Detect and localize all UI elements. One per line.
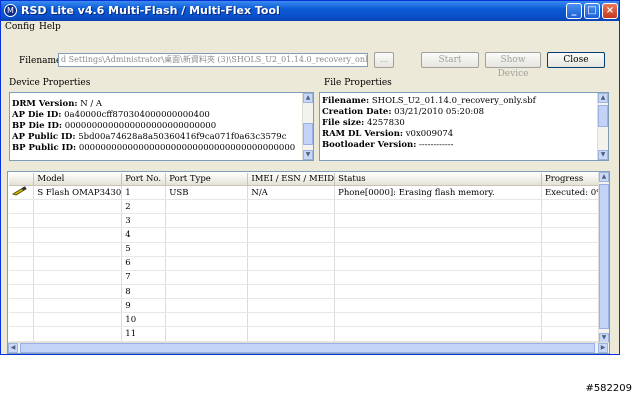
device-prop-line: AP Die ID: 0a40000cff870304000000000400 bbox=[12, 110, 210, 120]
device-properties-label: Device Properties bbox=[9, 78, 91, 88]
device-prop-line: AP Public ID: 5bd00a74628a8a50360416f9ca… bbox=[12, 132, 287, 142]
device-properties-scrollbar[interactable]: ▲ ▼ bbox=[302, 93, 313, 160]
device-list-hscrollbar[interactable]: ◀ ▶ bbox=[8, 342, 609, 353]
scroll-right-icon[interactable]: ▶ bbox=[598, 343, 608, 353]
browse-button[interactable]: ... bbox=[374, 52, 394, 68]
cell-port-type: USB bbox=[165, 185, 249, 201]
close-window-button[interactable]: × bbox=[602, 3, 618, 19]
cell-port: 11 bbox=[121, 326, 167, 342]
column-header-icon[interactable] bbox=[9, 173, 35, 186]
file-prop-line: Creation Date: 03/21/2010 05:20:08 bbox=[322, 107, 485, 117]
scroll-down-icon[interactable]: ▼ bbox=[303, 150, 313, 160]
table-row[interactable]: 3 bbox=[9, 213, 609, 229]
scroll-up-icon[interactable]: ▲ bbox=[598, 93, 608, 103]
start-button[interactable]: Start bbox=[421, 52, 479, 68]
cell-port: 4 bbox=[121, 227, 167, 243]
scroll-left-icon[interactable]: ◀ bbox=[8, 343, 18, 353]
scroll-thumb[interactable] bbox=[598, 105, 608, 127]
device-prop-line: BP Public ID: 00000000000000000000000000… bbox=[12, 143, 296, 153]
file-properties-list: Filename: SHOLS_U2_01.14.0_recovery_only… bbox=[320, 96, 597, 151]
menu-config[interactable]: Config bbox=[5, 22, 35, 32]
cell-port: 1 bbox=[121, 185, 167, 201]
file-properties-scrollbar[interactable]: ▲ ▼ bbox=[597, 93, 608, 160]
table-row[interactable]: 9 bbox=[9, 298, 609, 314]
table-row[interactable]: 7 bbox=[9, 270, 609, 285]
menu-help[interactable]: Help bbox=[39, 22, 61, 32]
device-properties-list: DRM Version: N / A AP Die ID: 0a40000cff… bbox=[10, 99, 302, 154]
table-row[interactable]: S Flash OMAP3430 1 USB N/A Phone[0000]: … bbox=[9, 185, 609, 201]
window-title: RSD Lite v4.6 Multi-Flash / Multi-Flex T… bbox=[21, 4, 280, 17]
scroll-up-icon[interactable]: ▲ bbox=[303, 93, 313, 103]
cell-status: Phone[0000]: Erasing flash memory. bbox=[334, 185, 543, 201]
watermark-text: #582209 bbox=[585, 383, 632, 394]
cell-port: 8 bbox=[121, 284, 167, 300]
column-header-model[interactable]: Model bbox=[33, 173, 123, 186]
device-list-panel[interactable]: Model Port No. Port Type IMEI / ESN / ME… bbox=[7, 171, 610, 354]
title-bar[interactable]: M RSD Lite v4.6 Multi-Flash / Multi-Flex… bbox=[1, 1, 619, 21]
table-row[interactable]: 2 bbox=[9, 199, 609, 215]
app-window: M RSD Lite v4.6 Multi-Flash / Multi-Flex… bbox=[0, 0, 620, 355]
menu-bar: Config Help bbox=[1, 21, 619, 35]
cell-imei: N/A bbox=[247, 185, 336, 201]
device-prop-line: BP Die ID: 0000000000000000000000000000 bbox=[12, 121, 217, 131]
file-prop-line: Bootloader Version: ------------ bbox=[322, 140, 454, 150]
table-row[interactable]: 4 bbox=[9, 227, 609, 243]
cell-port: 9 bbox=[121, 298, 167, 314]
file-properties-label: File Properties bbox=[324, 78, 392, 88]
minimize-button[interactable]: _ bbox=[566, 3, 582, 19]
motorola-logo-icon: M bbox=[4, 4, 17, 17]
scroll-thumb[interactable] bbox=[599, 184, 609, 329]
device-table: Model Port No. Port Type IMEI / ESN / ME… bbox=[9, 173, 609, 353]
device-properties-panel[interactable]: DRM Version: N / A AP Die ID: 0a40000cff… bbox=[9, 92, 314, 161]
column-header-status[interactable]: Status bbox=[334, 173, 543, 186]
table-header-row: Model Port No. Port Type IMEI / ESN / ME… bbox=[9, 173, 609, 186]
cell-port: 3 bbox=[121, 213, 167, 229]
table-row[interactable]: 5 bbox=[9, 242, 609, 257]
column-header-imei[interactable]: IMEI / ESN / MEID bbox=[247, 173, 336, 186]
cell-port: 7 bbox=[121, 270, 167, 285]
maximize-button[interactable]: □ bbox=[584, 3, 600, 19]
close-button[interactable]: Close bbox=[547, 52, 605, 68]
filename-field[interactable]: d Settings\Administrator\桌面\新資料夾 (3)\SHO… bbox=[58, 53, 368, 67]
cell-port: 5 bbox=[121, 242, 167, 257]
table-row[interactable]: 11 bbox=[9, 326, 609, 342]
scroll-thumb[interactable] bbox=[20, 343, 595, 353]
table-row[interactable]: 6 bbox=[9, 256, 609, 271]
table-row[interactable]: 10 bbox=[9, 312, 609, 328]
scroll-up-icon[interactable]: ▲ bbox=[599, 172, 609, 182]
device-prop-line: DRM Version: N / A bbox=[12, 99, 103, 109]
cell-port: 6 bbox=[121, 256, 167, 271]
show-device-button[interactable]: Show Device bbox=[485, 52, 541, 79]
file-prop-line: File size: 4257830 bbox=[322, 118, 405, 128]
cell-port: 2 bbox=[121, 199, 167, 215]
column-header-port-no[interactable]: Port No. bbox=[121, 173, 167, 186]
column-header-port-type[interactable]: Port Type bbox=[165, 173, 249, 186]
file-prop-line: Filename: SHOLS_U2_01.14.0_recovery_only… bbox=[322, 96, 536, 106]
file-properties-panel[interactable]: Filename: SHOLS_U2_01.14.0_recovery_only… bbox=[319, 92, 609, 161]
file-prop-line: RAM DL Version: v0x009074 bbox=[322, 129, 454, 139]
cell-model: S Flash OMAP3430 bbox=[33, 185, 123, 201]
table-row[interactable]: 8 bbox=[9, 284, 609, 300]
scroll-down-icon[interactable]: ▼ bbox=[598, 150, 608, 160]
phone-icon bbox=[9, 185, 35, 201]
device-list-vscrollbar[interactable]: ▲ ▼ bbox=[598, 172, 609, 343]
scroll-thumb[interactable] bbox=[303, 123, 313, 145]
cell-port: 10 bbox=[121, 312, 167, 328]
